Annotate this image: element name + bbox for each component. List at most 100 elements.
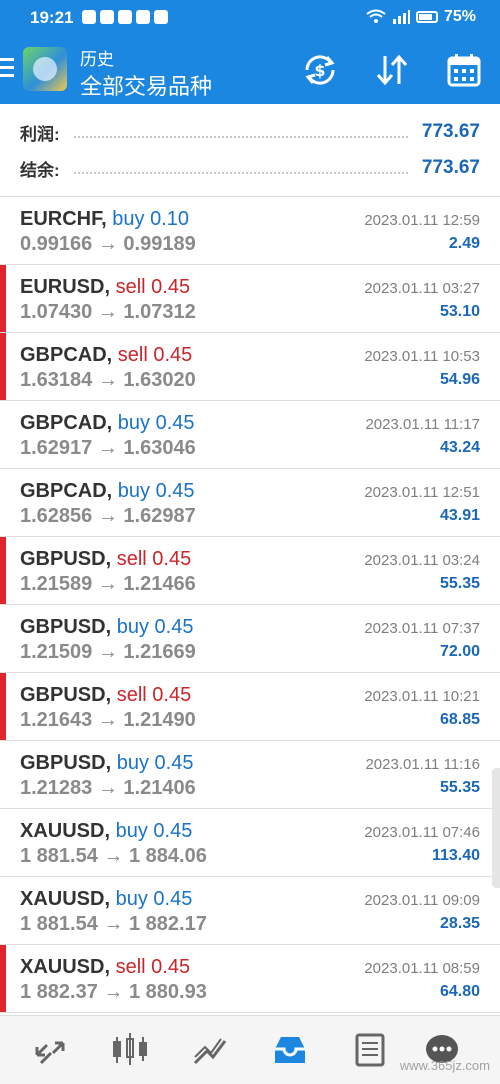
trade-time: 2023.01.11 11:16 — [365, 756, 480, 773]
open-price: 1 882.37 — [20, 981, 98, 1003]
page-title[interactable]: 全部交易品种 — [80, 69, 212, 101]
balance-label: 结余: — [20, 160, 60, 180]
profit-row: 利润: 773.67 — [20, 117, 480, 147]
trade-history-list: EURCHF, buy 0.10 0.99166 → 0.99189 2023.01… — [0, 197, 500, 1013]
arrow-icon: → — [103, 913, 124, 935]
wifi-icon — [366, 9, 386, 23]
trade-prices: 1.21283 → 1.21406 — [20, 777, 196, 800]
separator: , — [101, 208, 113, 230]
separator: , — [106, 344, 118, 366]
trade-symbol: GBPUSD — [20, 548, 106, 570]
trade-row[interactable]: EURUSD, sell 0.45 1.07430 → 1.07312 2023.0… — [0, 265, 500, 333]
nav-history[interactable] — [270, 1030, 310, 1070]
arrow-icon: → — [97, 709, 118, 731]
trade-type: sell — [117, 344, 148, 366]
quotes-icon — [35, 1041, 65, 1065]
nav-trade[interactable] — [190, 1030, 230, 1070]
notification-icons — [82, 10, 168, 24]
nav-chart[interactable] — [110, 1030, 150, 1070]
trade-type: buy — [115, 820, 148, 842]
trade-time: 2023.01.11 12:59 — [364, 212, 480, 229]
scroll-handle[interactable] — [492, 768, 500, 888]
trade-volume: 0.45 — [152, 548, 192, 570]
trade-symbol-line: GBPUSD, sell 0.45 — [20, 548, 191, 571]
close-price: 1.62987 — [123, 505, 196, 527]
arrow-icon: → — [97, 437, 118, 459]
trade-volume: 0.45 — [154, 752, 194, 774]
battery-percent: 75% — [443, 8, 476, 25]
trade-time: 2023.01.11 11:17 — [365, 416, 480, 433]
trade-volume: 0.45 — [155, 412, 195, 434]
trade-icon — [193, 1038, 227, 1065]
trade-prices: 1.62917 → 1.63046 — [20, 437, 196, 460]
trade-symbol: EURUSD — [20, 276, 105, 298]
trade-row[interactable]: GBPUSD, sell 0.45 1.21643 → 1.21490 2023.0… — [0, 673, 500, 741]
currency-exchange-button[interactable]: $ — [300, 50, 340, 90]
close-price: 1.21490 — [123, 709, 196, 731]
svg-text:$: $ — [314, 61, 325, 80]
trade-row[interactable]: EURCHF, buy 0.10 0.99166 → 0.99189 2023.01… — [0, 197, 500, 265]
trade-profit: 43.24 — [439, 439, 480, 456]
trade-row[interactable]: GBPCAD, sell 0.45 1.63184 → 1.63020 2023.0… — [0, 333, 500, 401]
trade-prices: 1.62856 → 1.62987 — [20, 505, 196, 528]
trade-profit: 72.00 — [439, 643, 480, 660]
calendar-button[interactable] — [444, 50, 484, 90]
trade-prices: 1 881.54 → 1 884.06 — [20, 845, 207, 868]
open-price: 0.99166 — [20, 233, 93, 255]
open-price: 1 881.54 — [20, 845, 98, 867]
trade-time: 2023.01.11 08:59 — [364, 960, 480, 977]
trade-time: 2023.01.11 10:53 — [364, 348, 480, 365]
trade-symbol-line: GBPUSD, buy 0.45 — [20, 616, 193, 639]
nav-quotes[interactable] — [30, 1030, 70, 1070]
trade-row[interactable]: GBPCAD, buy 0.45 1.62917 → 1.63046 2023.01… — [0, 401, 500, 469]
trade-volume: 0.45 — [154, 616, 194, 638]
open-price: 1.62917 — [20, 437, 93, 459]
separator: , — [106, 412, 118, 434]
signal-icon — [392, 10, 410, 24]
bottom-navigation — [0, 1015, 500, 1084]
balance-row: 结余: 773.67 — [20, 153, 480, 183]
trade-row[interactable]: GBPUSD, sell 0.45 1.21589 → 1.21466 2023.0… — [0, 537, 500, 605]
notification-icon — [136, 10, 150, 24]
close-price: 1.07312 — [123, 301, 196, 323]
trade-row[interactable]: XAUUSD, buy 0.45 1 881.54 → 1 882.17 2023.… — [0, 877, 500, 945]
trade-profit: 53.10 — [439, 303, 480, 320]
sort-button[interactable] — [372, 50, 412, 90]
trade-symbol-line: EURUSD, sell 0.45 — [20, 276, 190, 299]
trade-row[interactable]: GBPUSD, buy 0.45 1.21283 → 1.21406 2023.01… — [0, 741, 500, 809]
trade-row[interactable]: GBPUSD, buy 0.45 1.21509 → 1.21669 2023.01… — [0, 605, 500, 673]
trade-row[interactable]: GBPCAD, buy 0.45 1.62856 → 1.62987 2023.01… — [0, 469, 500, 537]
trade-volume: 0.10 — [150, 208, 189, 230]
notification-icon — [100, 10, 114, 24]
nav-news[interactable] — [350, 1030, 390, 1070]
status-time: 19:21 — [30, 8, 74, 27]
open-price: 1.21283 — [20, 777, 93, 799]
close-price: 1 884.06 — [128, 845, 207, 867]
arrow-icon: → — [97, 233, 118, 255]
open-price: 1.62856 — [20, 505, 93, 527]
app-bar: 历史 全部交易品种 $ — [0, 36, 500, 104]
trade-type: sell — [116, 684, 147, 706]
trade-profit: 28.35 — [439, 915, 480, 932]
calendar-icon — [447, 54, 481, 87]
trade-symbol: XAUUSD — [20, 888, 105, 910]
trade-row[interactable]: XAUUSD, buy 0.45 1 881.54 → 1 884.06 2023.… — [0, 809, 500, 877]
close-price: 1.63046 — [123, 437, 196, 459]
menu-icon[interactable] — [0, 58, 14, 78]
trade-type: buy — [115, 888, 148, 910]
balance-value: 773.67 — [421, 157, 480, 178]
trade-profit: 113.40 — [431, 847, 480, 864]
trade-symbol: GBPUSD — [20, 616, 106, 638]
notification-icon — [118, 10, 132, 24]
close-price: 1.63020 — [123, 369, 196, 391]
open-price: 1.21589 — [20, 573, 93, 595]
trade-prices: 0.99166 → 0.99189 — [20, 233, 196, 256]
separator: , — [105, 684, 117, 706]
notification-icon — [82, 10, 96, 24]
arrow-icon: → — [97, 369, 118, 391]
trade-type: sell — [116, 548, 147, 570]
trade-row[interactable]: XAUUSD, sell 0.45 1 882.37 → 1 880.93 2023… — [0, 945, 500, 1013]
dotted-leader — [73, 126, 408, 138]
trade-prices: 1.07430 → 1.07312 — [20, 301, 196, 324]
trade-prices: 1.21643 → 1.21490 — [20, 709, 196, 732]
